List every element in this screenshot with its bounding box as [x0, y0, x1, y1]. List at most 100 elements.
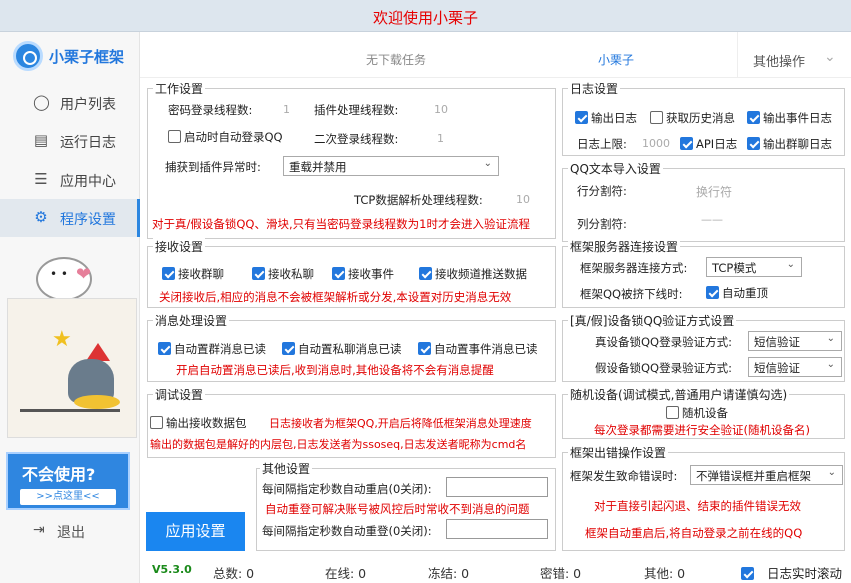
- other-actions-label: 其他操作: [753, 55, 806, 70]
- tab-account[interactable]: 小栗子: [598, 51, 634, 68]
- receive-private-label: 接收私聊: [268, 267, 314, 281]
- chevron-down-icon: ⌄: [826, 359, 835, 370]
- checkbox-box: [575, 111, 588, 124]
- restart-interval-input[interactable]: [446, 477, 548, 497]
- other-settings-title: 其他设置: [260, 460, 313, 477]
- crash-note-1: 对于直接引起闪退、结束的插件错误无效: [594, 499, 801, 513]
- col-separator-label: 列分割符:: [577, 217, 627, 231]
- receive-group-checkbox[interactable]: 接收群聊: [162, 266, 224, 282]
- event-log-checkbox[interactable]: 输出事件日志: [747, 110, 832, 126]
- sidebar-item-label: 用户列表: [60, 97, 116, 113]
- apply-settings-button[interactable]: 应用设置: [146, 512, 245, 551]
- log-limit-input[interactable]: 1000: [642, 137, 670, 150]
- sidebar-item-users[interactable]: ◯ 用户列表: [0, 84, 140, 122]
- log-settings-title: 日志设置: [568, 80, 621, 97]
- group-log-checkbox[interactable]: 输出群聊日志: [747, 136, 832, 152]
- sidebar-item-label: 运行日志: [60, 135, 116, 151]
- frozen-count: 冻结: 0: [428, 566, 470, 581]
- sidebar-item-apps[interactable]: ☰ 应用中心: [0, 161, 140, 199]
- reconnect-checkbox[interactable]: 自动重顶: [706, 285, 768, 301]
- output-packet-checkbox[interactable]: 输出接收数据包: [150, 415, 247, 431]
- help-banner[interactable]: 不会使用? >>点这里<<: [6, 452, 130, 510]
- autologin-checkbox[interactable]: 启动时自动登录QQ: [168, 129, 283, 145]
- row-separator-input[interactable]: 换行符: [696, 183, 732, 200]
- checkbox-box: [332, 267, 345, 280]
- random-device-checkbox[interactable]: 随机设备: [666, 405, 728, 421]
- real-devlock-value: 短信验证: [754, 335, 800, 349]
- receive-channel-label: 接收频道推送数据: [435, 267, 527, 281]
- tcp-threads-input[interactable]: 10: [516, 193, 530, 206]
- api-log-checkbox[interactable]: API日志: [680, 136, 737, 152]
- random-device-label: 随机设备: [682, 406, 728, 420]
- group-log-label: 输出群聊日志: [763, 137, 832, 151]
- heart-icon: ❤: [76, 264, 92, 285]
- pwd-threads-input[interactable]: 1: [283, 103, 290, 116]
- restart-interval-label: 每间隔指定秒数自动重启(0关闭):: [262, 482, 432, 496]
- plugin-threads-input[interactable]: 10: [434, 103, 448, 116]
- online-count: 在线: 0: [325, 566, 367, 581]
- stand-shape: [20, 409, 120, 412]
- private-read-checkbox[interactable]: 自动置私聊消息已读: [282, 341, 402, 357]
- debug-note-2: 输出的数据包是解好的内层包,日志发送者为ssoseq,日志发送者昵称为cmd名: [150, 438, 527, 451]
- server-settings-title: 框架服务器连接设置: [568, 238, 681, 255]
- group-read-label: 自动置群消息已读: [174, 342, 266, 356]
- output-log-label: 输出日志: [591, 111, 637, 125]
- second-threads-input[interactable]: 1: [437, 132, 444, 145]
- quit-button[interactable]: ⇥ 退出: [33, 522, 85, 541]
- plugin-threads-label: 插件处理线程数:: [314, 103, 399, 117]
- checkbox-box: [282, 342, 295, 355]
- sidebar-item-logs[interactable]: ▤ 运行日志: [0, 122, 140, 160]
- receive-channel-checkbox[interactable]: 接收频道推送数据: [419, 266, 527, 282]
- crash-note-2: 框架自动重启后,将自动登录之前在线的QQ: [585, 526, 803, 540]
- server-method-label: 框架服务器连接方式:: [580, 261, 688, 275]
- receive-private-checkbox[interactable]: 接收私聊: [252, 266, 314, 282]
- sidebar-item-label: 程序设置: [60, 212, 116, 228]
- real-devlock-select[interactable]: 短信验证 ⌄: [748, 331, 842, 351]
- crash-action-select[interactable]: 不弹错误框并重启框架 ⌄: [690, 465, 843, 485]
- reconnect-label: 自动重顶: [722, 286, 768, 300]
- event-read-label: 自动置事件消息已读: [434, 342, 538, 356]
- total-count: 总数: 0: [213, 566, 255, 581]
- receive-event-checkbox[interactable]: 接收事件: [332, 266, 394, 282]
- server-method-select[interactable]: TCP模式 ⌄: [706, 257, 802, 277]
- col-separator-input[interactable]: ——: [701, 213, 723, 226]
- devlock-warning: 对于真/假设备锁QQ、滑块,只有当密码登录线程数为1时才会进入验证流程: [152, 217, 530, 231]
- checkbox-box: [418, 342, 431, 355]
- checkbox-box: [741, 567, 754, 580]
- help-question: 不会使用?: [22, 465, 96, 484]
- help-button[interactable]: >>点这里<<: [20, 489, 116, 505]
- cat-illustration: ★: [7, 298, 137, 438]
- other-actions-menu[interactable]: 其他操作 ⌄: [737, 32, 851, 78]
- offline-label: 框架QQ被挤下线时:: [580, 287, 683, 301]
- history-log-checkbox[interactable]: 获取历史消息: [650, 110, 735, 126]
- checkbox-box: [680, 137, 693, 150]
- api-log-label: API日志: [696, 137, 738, 151]
- log-autoscroll-label: 日志实时滚动: [767, 566, 843, 581]
- output-log-checkbox[interactable]: 输出日志: [575, 110, 637, 126]
- chevron-down-icon: ⌄: [786, 259, 795, 270]
- tab-downloads[interactable]: 无下载任务: [366, 51, 426, 68]
- user-icon: ◯: [33, 93, 50, 111]
- checkbox-box: [650, 111, 663, 124]
- pwd-threads-label: 密码登录线程数:: [168, 103, 253, 117]
- log-autoscroll-checkbox[interactable]: 日志实时滚动: [741, 563, 842, 582]
- checkbox-box: [168, 130, 181, 143]
- checkbox-box: [706, 286, 719, 299]
- other-note: 自动重登可解决账号被风控后时常收不到消息的问题: [265, 502, 530, 516]
- chevron-down-icon: ⌄: [483, 158, 492, 169]
- exception-label: 捕获到插件异常时:: [165, 160, 261, 174]
- crash-action-value: 不弹错误框并重启框架: [696, 469, 811, 483]
- app-logo-icon: [13, 41, 43, 71]
- group-read-checkbox[interactable]: 自动置群消息已读: [158, 341, 266, 357]
- version-label: V5.3.0: [152, 563, 192, 576]
- exception-select[interactable]: 重载并禁用 ⌄: [283, 156, 499, 176]
- sidebar-item-settings[interactable]: ⚙ 程序设置: [0, 199, 140, 237]
- star-icon: ★: [52, 327, 72, 352]
- event-log-label: 输出事件日志: [763, 111, 832, 125]
- work-settings-title: 工作设置: [153, 80, 206, 97]
- msg-settings-title: 消息处理设置: [153, 312, 230, 329]
- fake-devlock-select[interactable]: 短信验证 ⌄: [748, 357, 842, 377]
- event-read-checkbox[interactable]: 自动置事件消息已读: [418, 341, 538, 357]
- relogin-interval-input[interactable]: [446, 519, 548, 539]
- output-packet-label: 输出接收数据包: [166, 416, 247, 430]
